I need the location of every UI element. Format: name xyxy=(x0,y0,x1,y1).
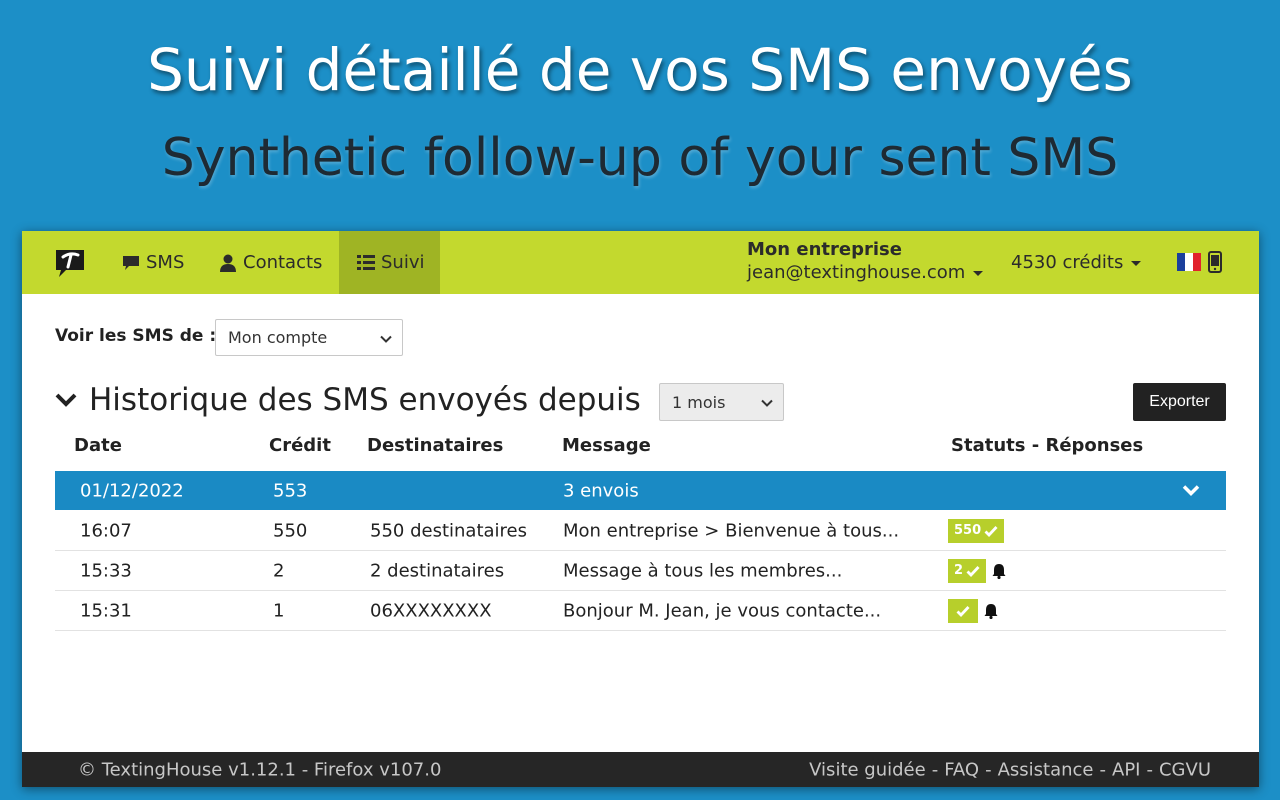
header-recipients: Destinataires xyxy=(367,435,504,456)
nav-suivi-label: Suivi xyxy=(381,252,425,273)
account-email-text: jean@textinghouse.com xyxy=(747,262,966,283)
history-title-text: Historique des SMS envoyés depuis xyxy=(89,382,641,418)
footer-separator: - xyxy=(1146,759,1153,780)
group-message: 3 envois xyxy=(563,480,639,501)
footer-link-api[interactable]: API xyxy=(1112,759,1140,780)
account-select[interactable]: Mon compte xyxy=(215,319,403,356)
account-email: jean@textinghouse.com xyxy=(747,262,984,283)
footer-separator: - xyxy=(931,759,939,780)
table-group-row[interactable]: 01/12/2022 553 3 envois xyxy=(55,471,1226,510)
status-badge[interactable]: 550 xyxy=(948,518,1005,543)
bell-icon[interactable] xyxy=(984,603,998,619)
promo-title-french: Suivi détaillé de vos SMS envoyés xyxy=(147,36,1133,104)
table-row[interactable]: 16:07 550 550 destinataires Mon entrepri… xyxy=(55,511,1226,551)
check-icon xyxy=(956,605,970,617)
footer-link-faq[interactable]: FAQ xyxy=(944,759,979,780)
table-row[interactable]: 15:31 1 06XXXXXXXX Bonjour M. Jean, je v… xyxy=(55,591,1226,631)
table-header: Date Crédit Destinataires Message Statut… xyxy=(22,435,1259,463)
caret-down-icon xyxy=(973,270,984,276)
period-select[interactable]: 1 mois xyxy=(659,383,784,421)
row-message: Mon entreprise > Bienvenue à tous... xyxy=(563,520,900,541)
row-credit: 1 xyxy=(273,600,285,621)
row-recipients: 2 destinataires xyxy=(370,560,505,581)
chevron-down-icon[interactable] xyxy=(1182,480,1200,501)
group-credit: 553 xyxy=(273,480,308,501)
nav-contacts[interactable]: Contacts xyxy=(201,231,340,294)
row-time: 15:33 xyxy=(80,560,132,581)
header-message: Message xyxy=(562,435,651,456)
footer-version: © TextingHouse v1.12.1 - Firefox v107.0 xyxy=(78,759,442,780)
row-recipients: 550 destinataires xyxy=(370,520,527,541)
history-title[interactable]: Historique des SMS envoyés depuis xyxy=(55,382,641,418)
user-icon xyxy=(219,254,237,272)
nav-suivi[interactable]: Suivi xyxy=(339,231,440,294)
check-icon xyxy=(966,565,980,577)
collapse-chevron-icon xyxy=(55,392,77,408)
credits-menu[interactable]: 4530 crédits xyxy=(1011,252,1142,273)
row-status: 550 xyxy=(948,518,1005,543)
status-badge[interactable]: 2 xyxy=(948,558,987,583)
header-date: Date xyxy=(74,435,122,456)
header-status: Statuts - Réponses xyxy=(951,435,1144,456)
footer-separator: - xyxy=(1099,759,1107,780)
french-flag-icon[interactable] xyxy=(1177,253,1201,271)
caret-down-icon xyxy=(1131,260,1142,266)
header-credit: Crédit xyxy=(269,435,331,456)
export-button[interactable]: Exporter xyxy=(1133,383,1226,421)
row-status: 2 xyxy=(948,558,1006,583)
app-window: SMS Contacts Suivi Mon entreprise jean@t… xyxy=(22,231,1259,787)
status-badge[interactable] xyxy=(948,598,978,623)
chevron-down-icon xyxy=(761,393,773,412)
mobile-phone-icon[interactable] xyxy=(1208,251,1222,277)
row-recipients: 06XXXXXXXX xyxy=(370,600,492,621)
list-icon xyxy=(357,255,375,270)
promo-title-english: Synthetic follow-up of your sent SMS xyxy=(161,128,1119,188)
footer-link-cgvu[interactable]: CGVU xyxy=(1159,759,1211,780)
footer-links: Visite guidée - FAQ - Assistance - API -… xyxy=(809,759,1211,780)
filter-label: Voir les SMS de : xyxy=(55,326,217,346)
navbar: SMS Contacts Suivi Mon entreprise jean@t… xyxy=(22,231,1259,294)
footer-link-guided-tour[interactable]: Visite guidée xyxy=(809,759,926,780)
nav-contacts-label: Contacts xyxy=(243,252,323,273)
account-select-value: Mon compte xyxy=(228,328,328,347)
footer-separator: - xyxy=(985,759,992,780)
account-menu[interactable]: Mon entreprise jean@textinghouse.com xyxy=(747,239,984,283)
status-badge-count: 2 xyxy=(954,563,964,578)
row-message: Message à tous les membres... xyxy=(563,560,843,581)
check-icon xyxy=(984,525,998,537)
row-credit: 550 xyxy=(273,520,308,541)
bell-icon[interactable] xyxy=(992,563,1006,579)
chevron-down-icon xyxy=(380,328,392,347)
table-row[interactable]: 15:33 2 2 destinataires Message à tous l… xyxy=(55,551,1226,591)
textinghouse-logo-icon[interactable] xyxy=(54,248,86,278)
row-status xyxy=(948,598,998,623)
row-time: 15:31 xyxy=(80,600,132,621)
account-name: Mon entreprise xyxy=(747,239,902,260)
row-message: Bonjour M. Jean, je vous contacte... xyxy=(563,600,882,621)
chat-bubble-icon xyxy=(122,255,140,271)
footer: © TextingHouse v1.12.1 - Firefox v107.0 … xyxy=(22,752,1259,787)
footer-link-assistance[interactable]: Assistance xyxy=(998,759,1094,780)
row-time: 16:07 xyxy=(80,520,132,541)
nav-sms-label: SMS xyxy=(146,252,185,273)
row-credit: 2 xyxy=(273,560,285,581)
group-date: 01/12/2022 xyxy=(80,480,184,501)
credits-label: 4530 crédits xyxy=(1011,252,1124,273)
status-badge-count: 550 xyxy=(954,523,982,538)
nav-sms[interactable]: SMS xyxy=(104,231,202,294)
period-select-value: 1 mois xyxy=(672,392,726,412)
